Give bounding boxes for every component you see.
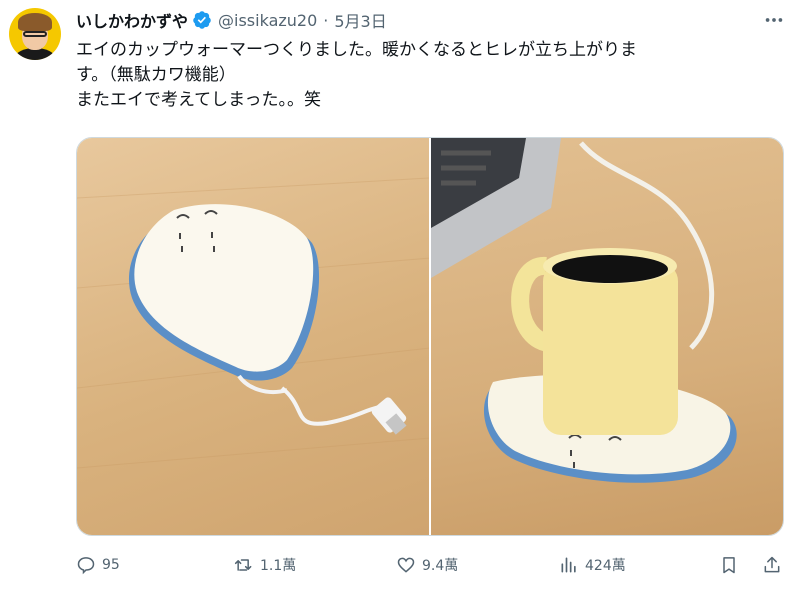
more-icon [765, 18, 783, 22]
avatar[interactable] [9, 8, 61, 60]
reply-button[interactable]: 95 [76, 550, 120, 580]
like-icon [397, 557, 415, 573]
view-count: 424萬 [585, 558, 626, 574]
verified-badge-icon [192, 10, 212, 30]
mug-illustration [431, 138, 737, 483]
retweet-count: 1.1萬 [260, 558, 297, 574]
photo-ray-warmer[interactable] [77, 138, 429, 535]
like-count: 9.4萬 [422, 558, 459, 574]
views-icon [561, 557, 576, 573]
share-icon [764, 556, 780, 573]
display-name[interactable]: いしかわかずや [76, 8, 188, 32]
share-button[interactable] [762, 550, 782, 580]
separator: · [323, 10, 329, 30]
action-bar: 95 1.1萬 9.4萬 424萬 [76, 550, 786, 580]
bookmark-button[interactable] [719, 550, 739, 580]
tweet-header: いしかわかずや @issikazu20 · 5月3日 [76, 8, 387, 32]
like-button[interactable]: 9.4萬 [396, 550, 458, 580]
handle[interactable]: @issikazu20 [218, 11, 317, 30]
bookmark-icon [723, 557, 735, 574]
avatar-hair [18, 13, 52, 31]
ray-warmer-illustration [77, 177, 429, 469]
reply-count: 95 [102, 557, 120, 573]
avatar-glasses [23, 31, 47, 37]
photo-mug-on-warmer[interactable] [431, 138, 783, 535]
post-date[interactable]: 5月3日 [334, 8, 386, 32]
views-button[interactable]: 424萬 [559, 550, 626, 580]
tweet-text: エイのカップウォーマーつくりました。暖かくなるとヒレが立ち上がりま す。（無駄カ… [76, 40, 637, 110]
media-grid [76, 137, 784, 536]
retweet-button[interactable]: 1.1萬 [234, 550, 296, 580]
more-button[interactable] [762, 10, 786, 30]
retweet-icon [234, 559, 252, 571]
reply-icon [77, 557, 95, 575]
